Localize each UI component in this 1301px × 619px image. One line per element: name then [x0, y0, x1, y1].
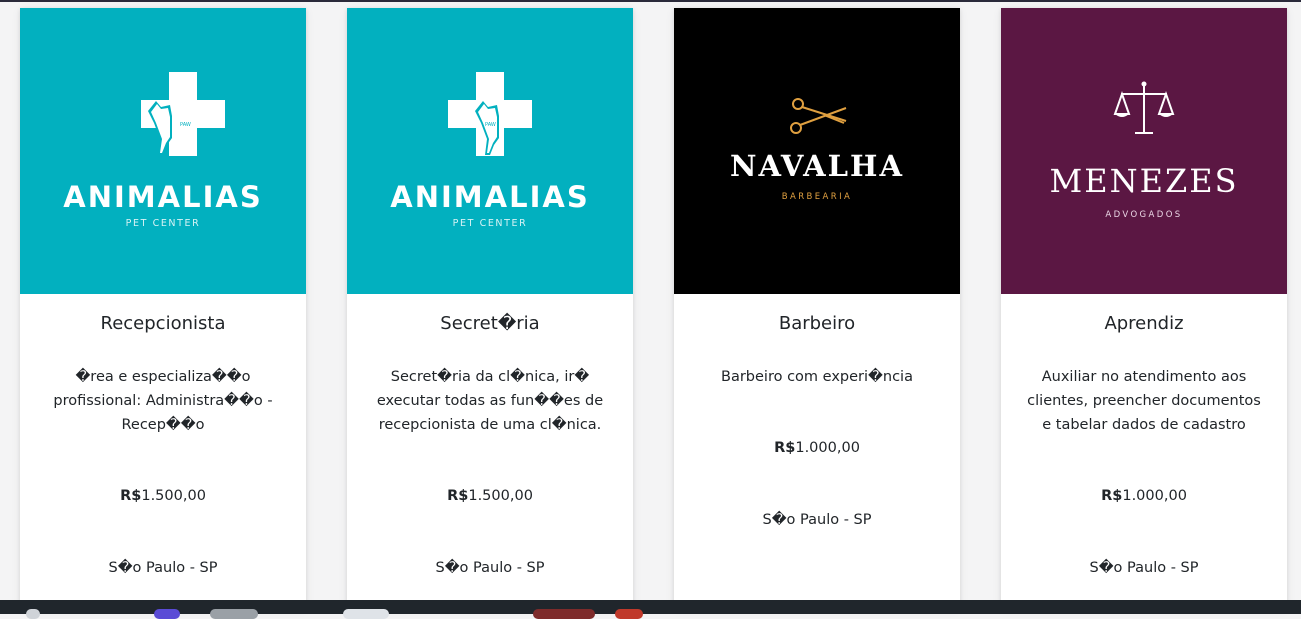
brand-name: MENEZES — [1049, 162, 1239, 200]
job-title[interactable]: Barbeiro — [674, 313, 960, 334]
brand-subtitle: PET CENTER — [125, 218, 201, 229]
job-card-barbeiro[interactable]: NAVALHA BARBEARIA Barbeiro Barbeiro com … — [674, 8, 960, 608]
taskbar-app-icon[interactable] — [26, 609, 40, 619]
job-salary: R$1.000,00 — [1001, 488, 1287, 504]
salary-amount: 1.000,00 — [1122, 488, 1187, 504]
salary-amount: 1.500,00 — [141, 488, 206, 504]
job-location: S�o Paulo - SP — [435, 560, 545, 576]
job-title[interactable]: Aprendiz — [1001, 313, 1287, 334]
scales-of-justice-icon — [1113, 81, 1175, 134]
brand-name: NAVALHA — [730, 149, 904, 183]
brand-subtitle: ADVOGADOS — [1105, 210, 1183, 220]
currency-symbol: R$ — [774, 440, 796, 456]
salary-amount: 1.500,00 — [468, 488, 533, 504]
brand-name: ANIMALIAS — [63, 180, 263, 214]
currency-symbol: R$ — [1101, 488, 1123, 504]
taskbar-app-icon[interactable] — [343, 609, 389, 619]
currency-symbol: R$ — [120, 488, 142, 504]
taskbar-app-icon[interactable] — [533, 609, 595, 619]
job-card-aprendiz[interactable]: MENEZES ADVOGADOS Aprendiz Auxiliar no a… — [1001, 8, 1287, 608]
job-description: Secret�ria da cl�nica, ir� executar toda… — [376, 369, 604, 433]
job-location: S�o Paulo - SP — [1089, 560, 1199, 576]
job-salary: R$1.000,00 — [674, 440, 960, 456]
job-location: S�o Paulo - SP — [762, 512, 872, 528]
vet-cross-dog-icon: PAW — [448, 72, 532, 156]
job-salary: R$1.500,00 — [20, 488, 306, 504]
taskbar-app-icon[interactable] — [210, 609, 258, 619]
company-logo-animalias: PAW ANIMALIAS PET CENTER — [347, 8, 633, 294]
job-description: Barbeiro com experi�ncia — [721, 369, 913, 385]
taskbar — [0, 600, 1301, 614]
company-logo-navalha: NAVALHA BARBEARIA — [674, 8, 960, 294]
taskbar-app-icon[interactable] — [615, 609, 643, 619]
vet-cross-dog-icon: PAW — [141, 72, 225, 156]
salary-amount: 1.000,00 — [795, 440, 860, 456]
svg-text:PAW: PAW — [485, 122, 496, 128]
svg-text:PAW: PAW — [180, 122, 191, 128]
job-salary: R$1.500,00 — [347, 488, 633, 504]
brand-name: ANIMALIAS — [390, 180, 590, 214]
top-border — [0, 0, 1301, 2]
currency-symbol: R$ — [447, 488, 469, 504]
job-card-secretaria[interactable]: PAW ANIMALIAS PET CENTER Secret�ria Secr… — [347, 8, 633, 608]
job-title[interactable]: Secret�ria — [347, 313, 633, 334]
company-logo-animalias: PAW ANIMALIAS PET CENTER — [20, 8, 306, 294]
brand-subtitle: BARBEARIA — [781, 192, 853, 202]
job-description: �rea e especializa��o profissional: Admi… — [53, 369, 273, 433]
job-description: Auxiliar no atendimento aos clientes, pr… — [1027, 369, 1261, 433]
job-title[interactable]: Recepcionista — [20, 313, 306, 334]
job-card-recepcionista[interactable]: PAW ANIMALIAS PET CENTER Recepcionista �… — [20, 8, 306, 608]
job-location: S�o Paulo - SP — [108, 560, 218, 576]
company-logo-menezes: MENEZES ADVOGADOS — [1001, 8, 1287, 294]
taskbar-app-icon[interactable] — [154, 609, 180, 619]
brand-subtitle: PET CENTER — [452, 218, 528, 229]
